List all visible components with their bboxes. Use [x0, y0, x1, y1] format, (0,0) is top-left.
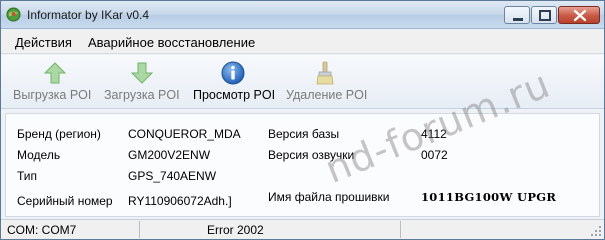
upload-poi-label: Выгрузка POI	[13, 88, 92, 102]
minimize-button[interactable]	[504, 6, 530, 24]
type-value: GPS_740AENW	[128, 169, 217, 183]
close-icon	[573, 9, 587, 22]
model-label: Модель	[17, 148, 61, 162]
model-value: GM200V2ENW	[128, 148, 211, 162]
delete-poi-button[interactable]: Удаление POI	[281, 58, 373, 106]
brush-icon	[316, 61, 334, 85]
serial-value: RY110906072Adh.]	[128, 194, 232, 208]
firmware-label: Имя файла прошивки	[268, 190, 390, 204]
globe-pin-icon	[6, 7, 21, 22]
firmware-value: 1011BG100W UPGR	[421, 190, 557, 204]
app-window: Informator by IKar v0.4 Действия Аварийн…	[0, 0, 605, 240]
arrow-down-icon	[130, 62, 154, 84]
menu-bar: Действия Аварийное восстановление	[1, 30, 604, 54]
maximize-button[interactable]	[531, 6, 557, 24]
window-title: Informator by IKar v0.4	[27, 8, 150, 22]
maximize-icon	[539, 10, 551, 21]
brand-label: Бренд (регион)	[17, 127, 101, 141]
minimize-icon	[513, 18, 523, 21]
info-icon	[221, 61, 245, 85]
menu-emergency-recovery[interactable]: Аварийное восстановление	[88, 35, 255, 50]
status-port: COM: COM7	[7, 223, 77, 237]
download-poi-label: Загрузка POI	[104, 88, 180, 102]
arrow-up-icon	[43, 62, 67, 84]
download-poi-button[interactable]: Загрузка POI	[99, 58, 187, 106]
type-label: Тип	[17, 169, 38, 183]
delete-poi-label: Удаление POI	[286, 88, 368, 102]
resize-grip-icon[interactable]	[590, 225, 602, 237]
menu-actions[interactable]: Действия	[15, 35, 72, 50]
status-bar: COM: COM7 Error 2002	[1, 219, 604, 239]
serial-label: Серийный номер	[17, 194, 113, 208]
db-version-label: Версия базы	[268, 127, 340, 141]
view-poi-button[interactable]: Просмотр POI	[187, 58, 279, 106]
brand-value: CONQUEROR_MDA	[128, 127, 241, 141]
status-divider	[400, 221, 401, 238]
status-divider	[139, 221, 140, 238]
view-poi-label: Просмотр POI	[193, 88, 276, 102]
status-error: Error 2002	[207, 223, 264, 237]
close-button[interactable]	[558, 6, 600, 24]
title-bar[interactable]: Informator by IKar v0.4	[1, 1, 604, 29]
upload-poi-button[interactable]: Выгрузка POI	[7, 58, 95, 106]
device-info-panel: Бренд (регион) CONQUEROR_MDA Версия базы…	[5, 113, 600, 217]
